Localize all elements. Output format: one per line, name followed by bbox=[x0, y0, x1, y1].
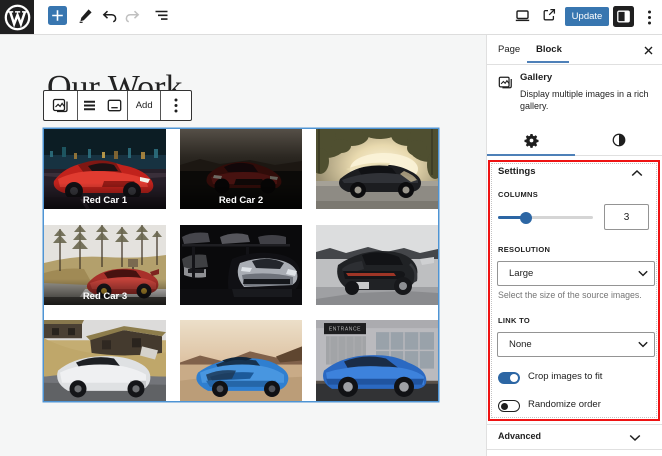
svg-text:ENTRANCE: ENTRANCE bbox=[329, 327, 361, 333]
